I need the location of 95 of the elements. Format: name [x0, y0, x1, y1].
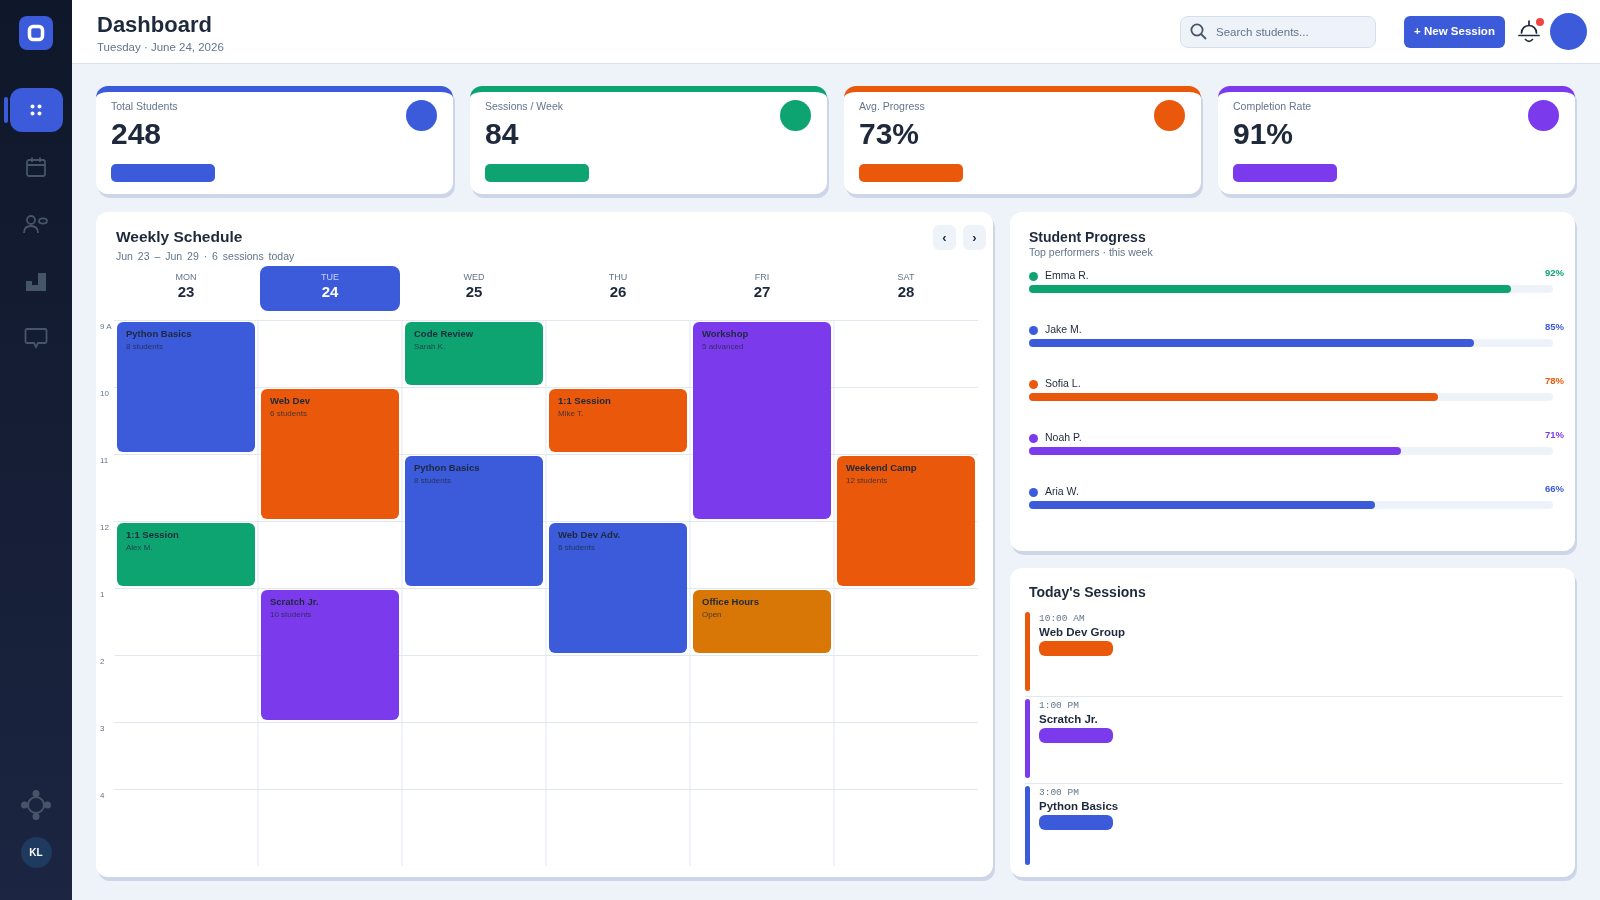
time-label: 11 [100, 455, 109, 466]
stat-label: Total Students [111, 100, 178, 112]
bell-icon[interactable] [1518, 18, 1540, 45]
progress-percent: 85% [1545, 320, 1564, 335]
event-title: Web Dev Adv. [558, 529, 621, 541]
event-subtitle: 5 advanced [702, 341, 744, 352]
time-label: 9 A [100, 321, 112, 332]
day-tab[interactable]: FRI 27 [692, 266, 832, 311]
avatar-icon[interactable] [1550, 13, 1587, 50]
event-subtitle: Alex M. [126, 542, 153, 553]
event-block[interactable]: 1:1 Session Alex M. [117, 523, 255, 586]
session-time: 1:00 PM [1039, 700, 1079, 712]
event-block[interactable]: Office Hours Open [693, 590, 831, 653]
day-tab[interactable]: TUE 24 [260, 266, 400, 311]
student-name: Emma R. [1045, 268, 1089, 284]
time-label: 10 [100, 388, 109, 399]
nav-item[interactable] [9, 88, 63, 132]
event-block[interactable]: Weekend Camp 12 students [837, 456, 975, 586]
day-tab[interactable]: MON 23 [116, 266, 256, 311]
event-title: Workshop [702, 328, 749, 340]
time-label: 1 [100, 589, 105, 600]
event-title: 1:1 Session [126, 529, 179, 541]
student-name: Jake M. [1045, 322, 1082, 338]
time-label: 12 [100, 522, 109, 533]
card-title: Today's Sessions [1029, 583, 1146, 601]
session-title: Python Basics [1039, 799, 1119, 813]
grid-icon [29, 103, 43, 117]
student-name: Aria W. [1045, 484, 1079, 500]
calendar-icon [25, 156, 47, 178]
progress-percent: 71% [1545, 428, 1564, 443]
card-title: Student Progress [1029, 228, 1146, 246]
active-indicator [4, 97, 8, 123]
event-block[interactable]: 1:1 Session Mike T. [549, 389, 687, 452]
event-title: Python Basics [126, 328, 192, 340]
stat-value: 248 [111, 119, 162, 149]
day-tab[interactable]: SAT 28 [836, 266, 976, 311]
event-subtitle: Mike T. [558, 408, 584, 419]
event-block[interactable]: Web Dev Adv. 6 students [549, 523, 687, 653]
page-title: Dashboard [97, 14, 212, 36]
event-block[interactable]: Python Basics 8 students [405, 456, 543, 586]
event-title: 1:1 Session [558, 395, 611, 407]
day-tab[interactable]: THU 26 [548, 266, 688, 311]
event-block[interactable]: Code Review Sarah K. [405, 322, 543, 385]
new-session-button[interactable]: + New Session [1404, 15, 1505, 48]
day-tab[interactable]: WED 25 [404, 266, 544, 311]
event-subtitle: 6 students [558, 542, 595, 553]
event-subtitle: 6 students [270, 408, 307, 419]
chat-icon [24, 327, 48, 349]
stat-label: Completion Rate [1233, 100, 1312, 112]
event-title: Web Dev [270, 395, 310, 407]
session-title: Web Dev Group [1039, 625, 1126, 639]
stat-value: 84 [485, 119, 519, 149]
event-title: Code Review [414, 328, 474, 340]
avatar[interactable]: KL [20, 837, 52, 868]
time-label: 2 [100, 656, 105, 667]
search-field[interactable]: Search students... [1180, 15, 1376, 48]
bar-chart-icon [25, 271, 47, 291]
stat-label: Sessions / Week [485, 100, 563, 112]
progress-percent: 78% [1545, 374, 1564, 389]
progress-percent: 92% [1545, 266, 1564, 281]
settings-icon[interactable] [21, 790, 51, 820]
event-subtitle: 10 students [270, 609, 312, 620]
search-icon [1190, 23, 1207, 40]
event-block[interactable]: Scratch Jr. 10 students [261, 590, 399, 720]
event-subtitle: 12 students [846, 475, 888, 486]
time-label: 4 [100, 790, 105, 801]
card-subtitle: Jun 23 – Jun 29 · 6 sessions today [116, 249, 295, 263]
session-time: 10:00 AM [1039, 613, 1085, 625]
event-title: Office Hours [702, 596, 759, 608]
event-block[interactable]: Web Dev 6 students [261, 389, 399, 519]
logo-icon[interactable] [19, 16, 53, 50]
progress-percent: 66% [1545, 482, 1564, 497]
student-name: Noah P. [1045, 430, 1082, 446]
event-subtitle: Sarah K. [414, 341, 446, 352]
event-title: Python Basics [414, 462, 480, 474]
card-title: Weekly Schedule [116, 227, 243, 247]
stat-value: 73% [859, 119, 920, 149]
stat-value: 91% [1233, 119, 1294, 149]
event-block[interactable]: Python Basics 8 students [117, 322, 255, 452]
event-title: Scratch Jr. [270, 596, 319, 608]
event-title: Weekend Camp [846, 462, 917, 474]
date-text: Tuesday · June 24, 2026 [97, 40, 224, 54]
event-block[interactable]: Workshop 5 advanced [693, 322, 831, 519]
session-time: 3:00 PM [1039, 787, 1079, 799]
stat-label: Avg. Progress [859, 100, 925, 112]
session-title: Scratch Jr. [1039, 712, 1098, 726]
event-subtitle: 8 students [414, 475, 451, 486]
users-icon [23, 214, 49, 234]
student-name: Sofia L. [1045, 376, 1081, 392]
event-subtitle: Open [702, 609, 722, 620]
next-week-button[interactable]: › [963, 225, 986, 250]
event-subtitle: 8 students [126, 341, 163, 352]
time-label: 3 [100, 723, 105, 734]
previous-week-button[interactable]: ‹ [933, 225, 956, 250]
card-subtitle: Top performers · this week [1029, 246, 1153, 259]
